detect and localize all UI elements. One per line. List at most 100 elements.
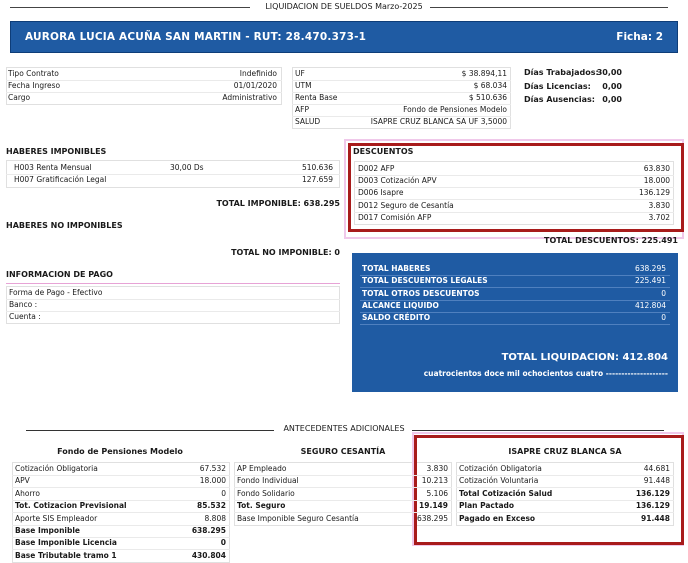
ficha-number: Ficha: 2 bbox=[616, 31, 663, 43]
summary-label: TOTAL HABERES bbox=[362, 264, 431, 273]
afp-row-value: 85.532 bbox=[197, 501, 226, 511]
afp-row-label: Base Imponible bbox=[15, 526, 81, 535]
summary-value: 0 bbox=[661, 313, 666, 323]
contract-info-label: Tipo Contrato bbox=[8, 69, 59, 78]
isapre-row-value: 136.129 bbox=[635, 501, 670, 511]
haber-value: 510.636 bbox=[301, 163, 333, 172]
afp-row-label: Cotización Obligatoria bbox=[15, 464, 98, 473]
afp-row-value: 18.000 bbox=[199, 476, 226, 486]
days-value: 0,00 bbox=[602, 95, 622, 104]
haber-value: 127.659 bbox=[301, 175, 333, 184]
haber-concept: H003 Renta Mensual bbox=[14, 163, 92, 172]
indicator-label: AFP bbox=[295, 105, 309, 114]
summary-value: 412.804 bbox=[634, 300, 666, 310]
afp-row-label: Ahorro bbox=[15, 488, 40, 498]
afp-title: Fondo de Pensiones Modelo bbox=[57, 447, 183, 456]
indicator-label: SALUD bbox=[295, 117, 321, 126]
indicator-label: UTM bbox=[295, 81, 312, 90]
total-imponible: TOTAL IMPONIBLE: 638.295 bbox=[216, 199, 340, 208]
isapre-row-value: 91.448 bbox=[643, 476, 670, 486]
informacion-pago-title: INFORMACION DE PAGO bbox=[6, 270, 113, 279]
cesantia-row-value: 3.830 bbox=[426, 464, 448, 473]
cesantia-row-value: 19.149 bbox=[419, 501, 448, 511]
row-divider bbox=[6, 311, 340, 312]
cesantia-row-value: 10.213 bbox=[421, 476, 448, 486]
isapre-row-label: Cotización Obligatoria bbox=[459, 464, 542, 473]
summary-label: TOTAL DESCUENTOS LEGALES bbox=[362, 276, 488, 286]
indicator-value: $ 38.894,11 bbox=[461, 69, 507, 78]
employee-name: AURORA LUCIA ACUÑA SAN MARTIN - RUT: 28.… bbox=[25, 31, 367, 43]
isapre-row-value: 136.129 bbox=[635, 488, 670, 498]
cesantia-row-label: AP Empleado bbox=[237, 464, 287, 473]
afp-row-value: 430.804 bbox=[191, 550, 226, 560]
descuentos-title: DESCUENTOS bbox=[353, 147, 414, 156]
contract-info-label: Cargo bbox=[8, 93, 31, 102]
cesantia-row-label: Tot. Seguro bbox=[237, 501, 286, 511]
title-rule-right bbox=[430, 7, 668, 8]
descuento-label: D017 Comisión AFP bbox=[358, 212, 432, 222]
descuento-value: 136.129 bbox=[638, 188, 670, 198]
afp-row-label: APV bbox=[15, 476, 30, 486]
afp-row-value: 8.808 bbox=[204, 513, 226, 523]
descuento-value: 63.830 bbox=[643, 164, 670, 173]
contract-info-value: Administrativo bbox=[222, 93, 277, 102]
afp-row-value: 0 bbox=[220, 538, 226, 548]
descuento-label: D012 Seguro de Cesantía bbox=[358, 200, 454, 210]
cesantia-row-value: 638.295 bbox=[416, 513, 448, 523]
haber-qty: 30,00 Ds bbox=[170, 163, 204, 172]
afp-row-value: 67.532 bbox=[199, 464, 226, 473]
contract-info-value: Indefinido bbox=[239, 69, 277, 78]
total-descuentos: TOTAL DESCUENTOS: 225.491 bbox=[543, 236, 678, 245]
indicator-value: Fondo de Pensiones Modelo bbox=[403, 105, 507, 114]
days-value: 0,00 bbox=[602, 81, 622, 91]
haber-concept: H007 Gratificación Legal bbox=[14, 175, 107, 184]
cesantia-row-label: Fondo Individual bbox=[237, 476, 299, 486]
antecedentes-rule-right bbox=[412, 430, 664, 431]
indicator-label: Renta Base bbox=[295, 93, 338, 102]
afp-row-value: 0 bbox=[221, 488, 226, 498]
cesantia-row-value: 5.106 bbox=[426, 488, 448, 498]
indicator-label: UF bbox=[295, 69, 305, 78]
cesantia-row-label: Base Imponible Seguro Cesantía bbox=[237, 513, 359, 523]
descuento-label: D002 AFP bbox=[358, 164, 395, 173]
days-value: 30,00 bbox=[596, 68, 622, 77]
contract-info-label: Fecha Ingreso bbox=[8, 81, 61, 90]
haberes-imponibles-title: HABERES IMPONIBLES bbox=[6, 147, 107, 156]
indicator-value: $ 68.034 bbox=[473, 81, 507, 90]
isapre-row-label: Total Cotización Salud bbox=[459, 488, 553, 498]
descuento-value: 3.830 bbox=[648, 200, 670, 210]
indicator-value: $ 510.636 bbox=[468, 93, 507, 102]
cesantia-row-label: Fondo Solidario bbox=[237, 488, 295, 498]
afp-row-value: 638.295 bbox=[191, 526, 226, 535]
summary-value: 638.295 bbox=[634, 264, 666, 273]
summary-label: SALDO CRÉDITO bbox=[362, 313, 431, 323]
summary-label: ALCANCE LIQUIDO bbox=[362, 300, 439, 310]
descuento-value: 3.702 bbox=[648, 212, 670, 222]
indicator-value: ISAPRE CRUZ BLANCA SA UF 3,5000 bbox=[370, 117, 507, 126]
descuento-value: 18.000 bbox=[643, 176, 670, 186]
pago-row: Forma de Pago - Efectivo bbox=[9, 288, 103, 297]
summary-value: 0 bbox=[661, 288, 666, 298]
pago-rule bbox=[6, 283, 340, 284]
descuento-label: D006 Isapre bbox=[358, 188, 404, 198]
isapre-row-value: 44.681 bbox=[643, 464, 670, 473]
summary-value: 225.491 bbox=[634, 276, 666, 286]
pago-row: Banco : bbox=[9, 300, 38, 309]
amount-in-words: cuatrocientos doce mil ochocientos cuatr… bbox=[423, 369, 668, 378]
isapre-row-value: 91.448 bbox=[641, 513, 670, 523]
afp-row-label: Base Imponible Licencia bbox=[15, 538, 117, 548]
isapre-row-label: Cotización Voluntaria bbox=[459, 476, 539, 486]
descuento-label: D003 Cotización APV bbox=[358, 176, 437, 186]
summary-label: TOTAL OTROS DESCUENTOS bbox=[362, 288, 480, 298]
contract-info-value: 01/01/2020 bbox=[233, 81, 277, 90]
summary-divider bbox=[360, 324, 670, 326]
pago-row: Cuenta : bbox=[9, 312, 41, 321]
employee-banner: AURORA LUCIA ACUÑA SAN MARTIN - RUT: 28.… bbox=[10, 21, 678, 53]
afp-row-label: Base Tributable tramo 1 bbox=[15, 550, 117, 560]
haberes-no-imponibles-title: HABERES NO IMPONIBLES bbox=[6, 221, 123, 230]
isapre-row-label: Plan Pactado bbox=[459, 501, 515, 511]
total-liquidacion: TOTAL LIQUIDACION: 412.804 bbox=[501, 352, 668, 363]
afp-row-label: Aporte SIS Empleador bbox=[15, 513, 98, 523]
isapre-row-label: Pagado en Exceso bbox=[459, 513, 536, 523]
afp-row-label: Tot. Cotizacion Previsional bbox=[15, 501, 127, 511]
